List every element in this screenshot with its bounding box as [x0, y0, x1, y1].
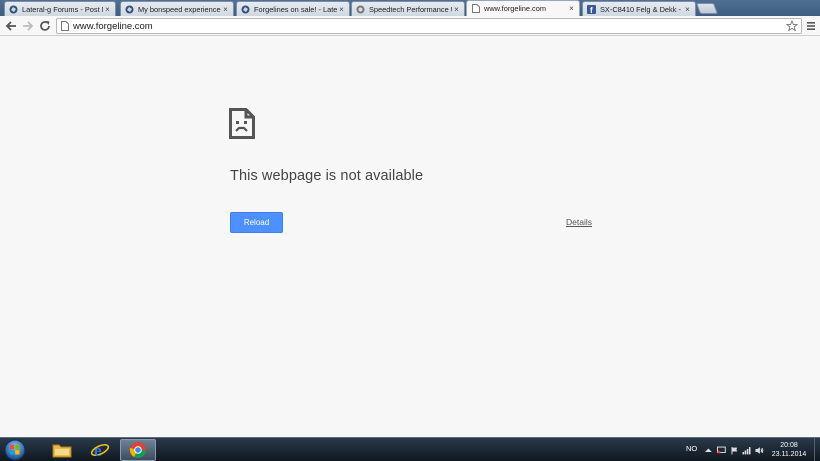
taskbar: e NO 20:08 23.11.2014 — [0, 437, 820, 461]
error-page: This webpage is not available Reload Det… — [0, 37, 820, 437]
system-clock[interactable]: 20:08 23.11.2014 — [768, 441, 810, 459]
sad-page-icon — [229, 108, 255, 139]
bookmark-star-icon[interactable] — [786, 20, 798, 32]
action-center-flag-icon[interactable] — [730, 446, 739, 455]
url-text[interactable]: www.forgeline.com — [73, 21, 153, 32]
tab-forgelines-on-sale[interactable]: Forgelines on sale! - Latera × — [236, 1, 350, 16]
clock-date: 23.11.2014 — [771, 451, 807, 458]
tab-title: My bonspeed experience — [138, 4, 221, 14]
close-icon[interactable]: × — [452, 5, 461, 14]
back-arrow-icon — [5, 21, 16, 31]
reload-button[interactable]: Reload — [230, 212, 283, 233]
lateral-g-icon — [241, 5, 250, 14]
lateral-g-icon — [125, 5, 134, 14]
clock-time: 20:08 — [780, 442, 798, 449]
display-icon[interactable] — [716, 446, 726, 455]
close-icon[interactable]: × — [337, 5, 346, 14]
folder-icon — [52, 444, 72, 458]
menu-icon[interactable] — [806, 20, 816, 32]
show-desktop-button[interactable] — [814, 438, 820, 461]
volume-icon[interactable] — [755, 446, 764, 455]
language-indicator[interactable]: NO — [686, 444, 697, 453]
error-title: This webpage is not available — [230, 168, 424, 184]
svg-text:f: f — [590, 6, 593, 14]
tab-speedtech-performance[interactable]: Speedtech Performance U × — [351, 1, 465, 16]
chrome-icon — [129, 442, 146, 458]
close-icon[interactable]: × — [221, 5, 230, 14]
toolbar: www.forgeline.com — [0, 16, 820, 36]
forward-button[interactable] — [21, 19, 35, 33]
taskbar-chrome[interactable] — [120, 439, 156, 461]
network-icon[interactable] — [742, 446, 751, 455]
system-tray — [704, 444, 764, 456]
tab-sx-c8410[interactable]: f SX-C8410 Felg & Dekk - FI × — [582, 1, 696, 16]
lateral-g-icon — [9, 5, 18, 14]
taskbar-internet-explorer[interactable]: e — [82, 439, 118, 461]
tab-title: Forgelines on sale! - Latera — [254, 4, 337, 14]
page-icon — [471, 4, 480, 13]
tab-title: Lateral-g Forums - Post N — [22, 4, 103, 14]
facebook-icon: f — [587, 4, 596, 14]
speedtech-icon — [356, 5, 365, 14]
close-icon[interactable]: × — [683, 5, 692, 14]
forward-arrow-icon — [23, 21, 34, 31]
close-icon[interactable]: × — [103, 5, 112, 14]
tab-bonspeed-experience[interactable]: My bonspeed experience × — [120, 1, 234, 16]
back-button[interactable] — [4, 19, 18, 33]
windows-start-icon[interactable] — [4, 439, 26, 461]
tab-lateral-g-forums[interactable]: Lateral-g Forums - Post N × — [4, 1, 116, 16]
tab-title: SX-C8410 Felg & Dekk - FI — [600, 4, 683, 14]
address-bar[interactable]: www.forgeline.com — [56, 18, 802, 34]
details-link[interactable]: Details — [566, 217, 592, 227]
tab-title: Speedtech Performance U — [369, 4, 452, 14]
taskbar-explorer[interactable] — [44, 439, 80, 461]
tray-expand-icon[interactable] — [704, 446, 713, 455]
tab-strip: Lateral-g Forums - Post N × My bonspeed … — [0, 0, 820, 16]
close-icon[interactable]: × — [567, 4, 576, 13]
refresh-icon — [40, 21, 50, 31]
tab-title: www.forgeline.com — [484, 4, 547, 13]
tab-forgeline[interactable]: www.forgeline.com × — [466, 0, 580, 16]
svg-text:e: e — [94, 441, 102, 460]
new-tab-button[interactable] — [695, 3, 719, 14]
reload-toolbar-button[interactable] — [38, 19, 52, 33]
internet-explorer-icon: e — [90, 441, 110, 460]
page-icon — [61, 21, 69, 31]
